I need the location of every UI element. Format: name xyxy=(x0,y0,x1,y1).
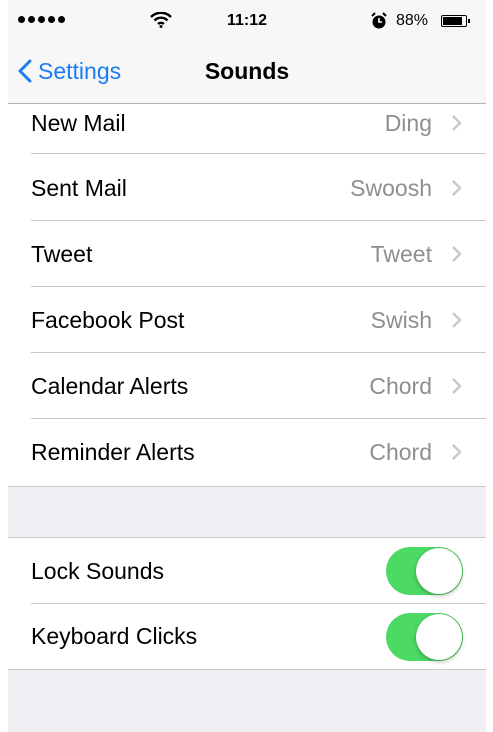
list-item-new-mail[interactable]: New Mail Ding xyxy=(8,92,486,154)
status-bar: 11:12 88% xyxy=(8,0,486,40)
row-label: New Mail xyxy=(31,109,126,136)
row-value: Swish xyxy=(370,306,432,333)
list-item-calendar-alerts[interactable]: Calendar Alerts Chord xyxy=(8,353,486,419)
page-title: Sounds xyxy=(204,58,290,84)
settings-screen: 11:12 88% Settings Sounds New Mail Ding xyxy=(8,0,486,732)
battery-icon xyxy=(441,15,470,27)
list-item-sent-mail[interactable]: Sent Mail Swoosh xyxy=(8,155,486,221)
list-item-lock-sounds: Lock Sounds xyxy=(8,538,486,604)
keyboard-clicks-toggle[interactable] xyxy=(386,612,463,661)
row-label: Facebook Post xyxy=(31,306,185,333)
row-value: Chord xyxy=(369,372,432,399)
row-label: Reminder Alerts xyxy=(31,438,195,465)
chevron-right-icon xyxy=(452,180,462,196)
list-item-keyboard-clicks: Keyboard Clicks xyxy=(8,604,486,669)
row-value: Chord xyxy=(369,438,432,465)
chevron-right-icon xyxy=(452,246,462,262)
row-value: Tweet xyxy=(370,240,432,267)
row-label: Lock Sounds xyxy=(31,557,164,584)
row-label: Tweet xyxy=(31,240,93,267)
chevron-right-icon xyxy=(452,312,462,328)
row-value: Swoosh xyxy=(350,174,432,201)
chevron-right-icon xyxy=(452,378,462,394)
chevron-right-icon xyxy=(452,115,462,131)
row-label: Sent Mail xyxy=(31,174,127,201)
row-label: Keyboard Clicks xyxy=(31,623,198,649)
row-value: Ding xyxy=(384,109,432,136)
list-item-facebook-post[interactable]: Facebook Post Swish xyxy=(8,287,486,353)
lock-sounds-toggle[interactable] xyxy=(386,547,463,595)
alarm-icon xyxy=(371,12,387,29)
chevron-right-icon xyxy=(452,444,462,460)
list-item-tweet[interactable]: Tweet Tweet xyxy=(8,221,486,287)
sounds-list: New Mail Ding Sent Mail Swoosh Tweet Twe… xyxy=(8,104,486,487)
row-label: Calendar Alerts xyxy=(31,372,189,399)
toggles-list: Lock Sounds Keyboard Clicks xyxy=(8,537,486,670)
list-item-reminder-alerts[interactable]: Reminder Alerts Chord xyxy=(8,419,486,485)
battery-percent: 88% xyxy=(396,12,429,29)
